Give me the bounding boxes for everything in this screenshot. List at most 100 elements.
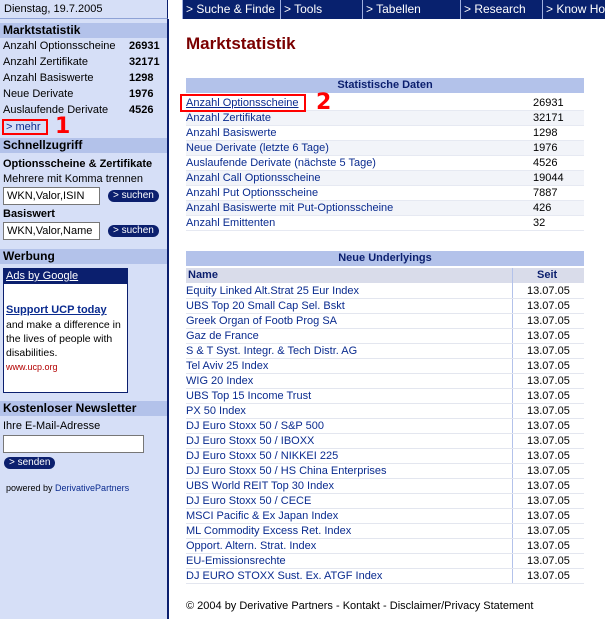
stat-value: 1298 bbox=[129, 72, 154, 84]
sidebar-stat-row: Anzahl Optionsscheine 26931 bbox=[3, 38, 163, 54]
stat-value: 26931 bbox=[129, 40, 160, 52]
stats-row: Anzahl Basiswerte 1298 bbox=[186, 126, 584, 141]
stats-row: Auslaufende Derivate (nächste 5 Tage) 45… bbox=[186, 156, 584, 171]
stats-row-label[interactable]: Neue Derivate (letzte 6 Tage) bbox=[186, 141, 329, 156]
ad-body-text: and make a difference in the lives of pe… bbox=[6, 319, 121, 359]
underlying-row: DJ Euro Stoxx 50 / S&P 500 13.07.05 bbox=[186, 419, 584, 434]
powered-by-prefix: powered by bbox=[6, 483, 53, 493]
stats-row-label[interactable]: Anzahl Put Optionsscheine bbox=[186, 186, 318, 201]
underlying-name-link[interactable]: Equity Linked Alt.Strat 25 Eur Index bbox=[186, 284, 359, 299]
nav-suche-finde[interactable]: > Suche & Finde bbox=[182, 0, 275, 19]
stats-table-header: Statistische Daten bbox=[186, 78, 584, 93]
underlying-name-link[interactable]: Gaz de France bbox=[186, 329, 259, 344]
stats-row-value: 32 bbox=[533, 217, 546, 229]
quick-search-derivate-button[interactable]: > suchen bbox=[108, 190, 159, 202]
stats-row: Anzahl Call Optionsscheine 19044 bbox=[186, 171, 584, 186]
footer-copyright: © 2004 by Derivative Partners bbox=[186, 600, 333, 612]
underlying-name-link[interactable]: UBS Top 20 Small Cap Sel. Bskt bbox=[186, 299, 345, 314]
sidebar-heading-newsletter: Kostenloser Newsletter bbox=[0, 401, 167, 416]
underlying-row: DJ Euro Stoxx 50 / IBOXX 13.07.05 bbox=[186, 434, 584, 449]
underlying-name-link[interactable]: DJ Euro Stoxx 50 / CECE bbox=[186, 494, 311, 509]
underlying-since: 13.07.05 bbox=[527, 405, 570, 417]
underlying-name-link[interactable]: Greek Organ of Footb Prog SA bbox=[186, 314, 337, 329]
underlying-name-link[interactable]: Tel Aviv 25 Index bbox=[186, 359, 268, 374]
underlying-row: Equity Linked Alt.Strat 25 Eur Index 13.0… bbox=[186, 284, 584, 299]
stats-row: Anzahl Basiswerte mit Put-Optionsscheine… bbox=[186, 201, 584, 216]
underlying-since: 13.07.05 bbox=[527, 375, 570, 387]
underlying-row: UBS Top 15 Income Trust 13.07.05 bbox=[186, 389, 584, 404]
quick-search-basiswert-input[interactable] bbox=[3, 222, 100, 240]
underlying-name-link[interactable]: UBS World REIT Top 30 Index bbox=[186, 479, 334, 494]
underlying-name-link[interactable]: ML Commodity Excess Ret. Index bbox=[186, 524, 351, 539]
underlying-name-link[interactable]: S & T Syst. Integr. & Tech Distr. AG bbox=[186, 344, 357, 359]
underlying-since: 13.07.05 bbox=[527, 420, 570, 432]
stats-row-label[interactable]: Auslaufende Derivate (nächste 5 Tage) bbox=[186, 156, 376, 171]
sidebar-heading-werbung: Werbung bbox=[0, 249, 167, 264]
underlying-since: 13.07.05 bbox=[527, 285, 570, 297]
stats-row-value: 7887 bbox=[533, 187, 558, 199]
stats-row-label[interactable]: Anzahl Basiswerte bbox=[186, 126, 277, 141]
underlying-since: 13.07.05 bbox=[527, 300, 570, 312]
ad-url[interactable]: www.ucp.org bbox=[6, 362, 58, 372]
underlying-since: 13.07.05 bbox=[527, 540, 570, 552]
annotation-number-1: 1 bbox=[55, 114, 71, 139]
underlying-name-link[interactable]: DJ Euro Stoxx 50 / NIKKEI 225 bbox=[186, 449, 338, 464]
stats-row-label[interactable]: Anzahl Call Optionsscheine bbox=[186, 171, 321, 186]
ad-title-link[interactable]: Support UCP today bbox=[6, 304, 107, 316]
stats-row-value: 4526 bbox=[533, 157, 558, 169]
underlying-row: DJ Euro Stoxx 50 / NIKKEI 225 13.07.05 bbox=[186, 449, 584, 464]
stat-value: 32171 bbox=[129, 56, 160, 68]
nav-research[interactable]: > Research bbox=[460, 0, 526, 19]
sidebar-heading-marktstatistik: Marktstatistik bbox=[0, 23, 167, 38]
stats-row-label[interactable]: Anzahl Basiswerte mit Put-Optionsscheine bbox=[186, 201, 393, 216]
underlying-name-link[interactable]: UBS Top 15 Income Trust bbox=[186, 389, 311, 404]
annotation-highlight-box bbox=[180, 94, 306, 112]
underlying-name-link[interactable]: DJ Euro Stoxx 50 / HS China Enterprises bbox=[186, 464, 387, 479]
mehr-link[interactable]: > mehr bbox=[2, 119, 48, 135]
nav-know-how[interactable]: > Know How bbox=[542, 0, 605, 19]
sidebar-stat-row: Anzahl Basiswerte 1298 bbox=[3, 70, 163, 86]
underlying-since: 13.07.05 bbox=[527, 495, 570, 507]
footer-separator: - bbox=[332, 600, 343, 612]
stat-label: Anzahl Optionsscheine bbox=[3, 40, 116, 52]
quick-access-hint: Mehrere mit Komma trennen bbox=[3, 173, 143, 185]
underlying-since: 13.07.05 bbox=[527, 570, 570, 582]
quick-search-derivate-input[interactable] bbox=[3, 187, 100, 205]
newsletter-email-input[interactable] bbox=[3, 435, 144, 453]
nav-tabellen[interactable]: > Tabellen bbox=[362, 0, 421, 19]
underlying-row: Opport. Altern. Strat. Index 13.07.05 bbox=[186, 539, 584, 554]
column-since-header: Seit bbox=[537, 269, 558, 281]
underlying-row: DJ Euro Stoxx 50 / HS China Enterprises 1… bbox=[186, 464, 584, 479]
underlying-row: EU-Emissionsrechte 13.07.05 bbox=[186, 554, 584, 569]
stats-row-label[interactable]: Anzahl Emittenten bbox=[186, 216, 275, 231]
underlying-name-link[interactable]: DJ Euro Stoxx 50 / S&P 500 bbox=[186, 419, 324, 434]
stat-label: Anzahl Basiswerte bbox=[3, 72, 94, 84]
nav-tools[interactable]: > Tools bbox=[280, 0, 322, 19]
quick-search-basiswert-button[interactable]: > suchen bbox=[108, 225, 159, 237]
underlying-name-link[interactable]: Opport. Altern. Strat. Index bbox=[186, 539, 316, 554]
derivative-partners-link[interactable]: DerivativePartners bbox=[55, 483, 129, 493]
underlying-since: 13.07.05 bbox=[527, 450, 570, 462]
newsletter-send-button[interactable]: > senden bbox=[4, 457, 56, 469]
underlying-name-link[interactable]: DJ Euro Stoxx 50 / IBOXX bbox=[186, 434, 314, 449]
sidebar-stat-row: Anzahl Zertifikate 32171 bbox=[3, 54, 163, 70]
underlying-name-link[interactable]: EU-Emissionsrechte bbox=[186, 554, 286, 569]
underlying-since: 13.07.05 bbox=[527, 465, 570, 477]
underlying-row: MSCI Pacific & Ex Japan Index 13.07.05 bbox=[186, 509, 584, 524]
underlying-name-link[interactable]: WIG 20 Index bbox=[186, 374, 253, 389]
stats-row-value: 1976 bbox=[533, 142, 558, 154]
stat-label: Neue Derivate bbox=[3, 88, 74, 100]
annotation-number-2: 2 bbox=[316, 90, 332, 115]
underlying-name-link[interactable]: DJ EURO STOXX Sust. Ex. ATGF Index bbox=[186, 569, 382, 584]
underlying-row: Gaz de France 13.07.05 bbox=[186, 329, 584, 344]
ads-by-google-link[interactable]: Ads by Google bbox=[4, 269, 127, 284]
main-navigation: > Suche & Finde > Tools > Tabellen > Res… bbox=[182, 0, 605, 19]
stats-row-label[interactable]: Anzahl Zertifikate bbox=[186, 111, 271, 126]
footer-kontakt-link[interactable]: Kontakt bbox=[343, 600, 380, 612]
underlying-name-link[interactable]: MSCI Pacific & Ex Japan Index bbox=[186, 509, 338, 524]
underlying-name-link[interactable]: PX 50 Index bbox=[186, 404, 246, 419]
underlying-since: 13.07.05 bbox=[527, 435, 570, 447]
underlying-since: 13.07.05 bbox=[527, 330, 570, 342]
footer-disclaimer-link[interactable]: Disclaimer/Privacy Statement bbox=[390, 600, 534, 612]
underlying-since: 13.07.05 bbox=[527, 315, 570, 327]
